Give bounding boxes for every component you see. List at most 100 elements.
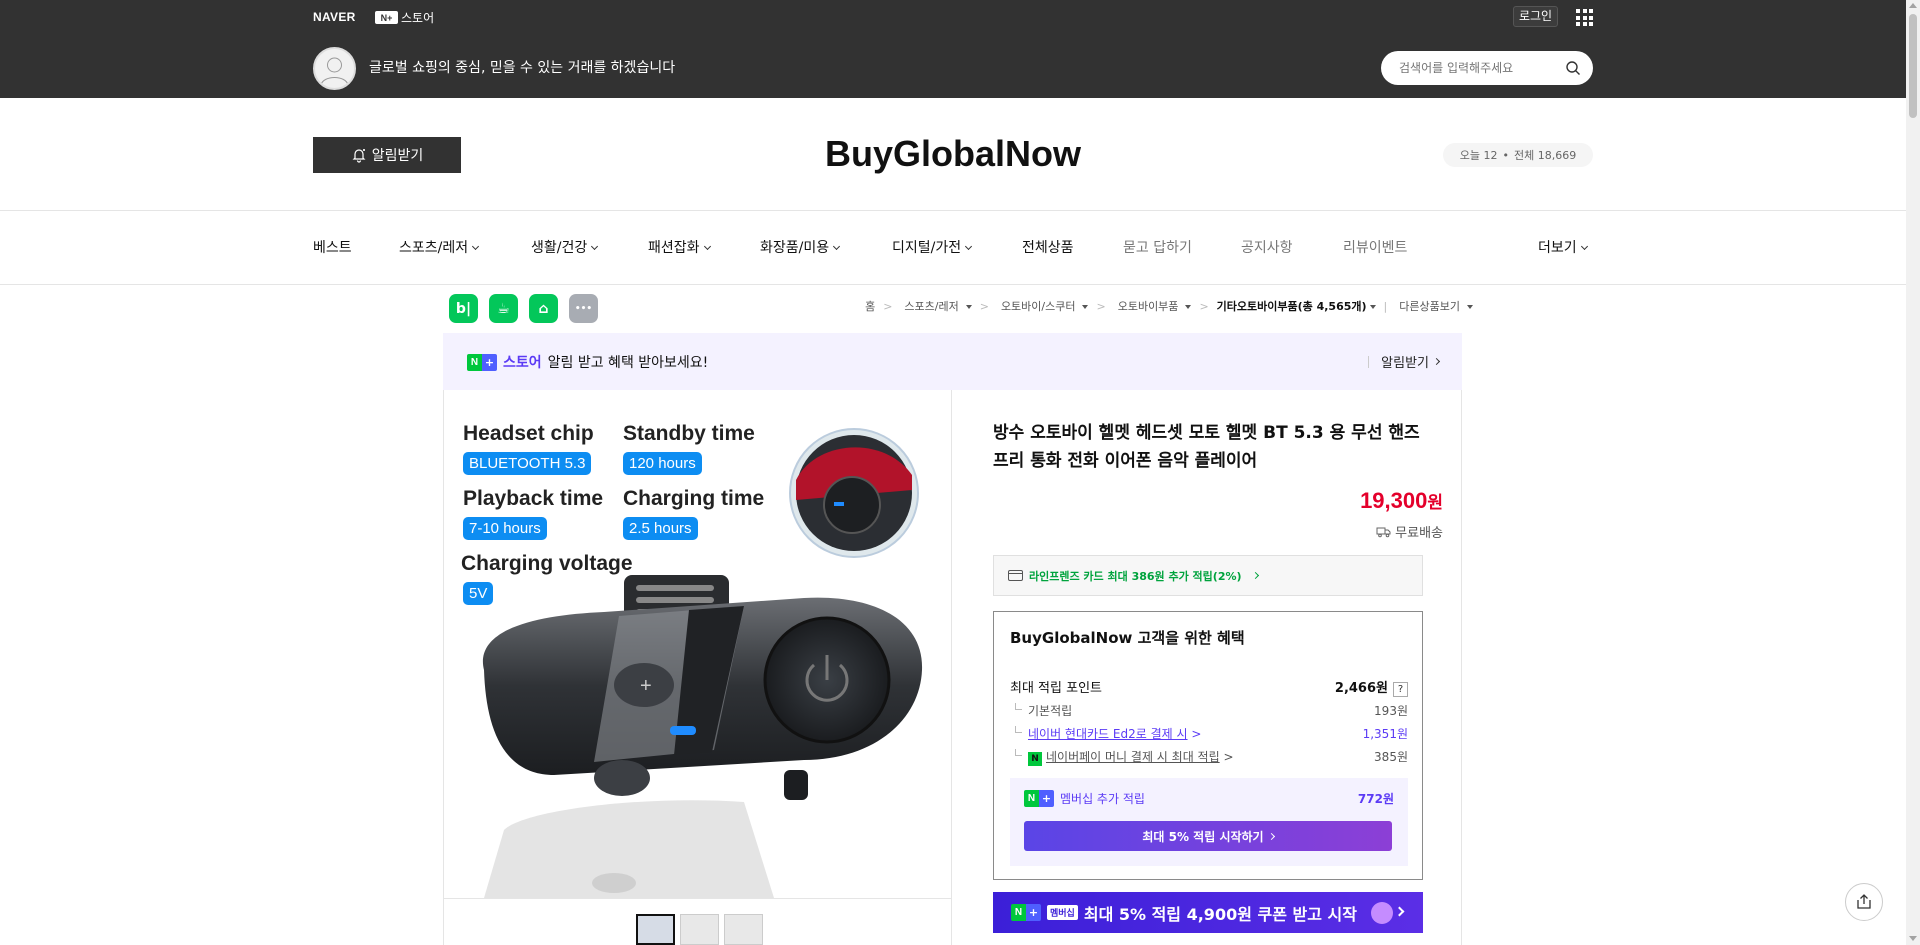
- top-bar: [0, 0, 1906, 98]
- nplus-icon: N+: [1011, 904, 1041, 921]
- divider: [444, 898, 951, 899]
- nav-more[interactable]: 더보기: [1538, 237, 1588, 257]
- crumb-motorcycle[interactable]: 오토바이/스쿠터: [997, 298, 1089, 314]
- store-label: 스토어: [401, 11, 435, 25]
- other-products[interactable]: 다른상품보기: [1395, 298, 1473, 314]
- naver-logo[interactable]: NAVER: [313, 10, 356, 24]
- divider: [0, 210, 1906, 211]
- thumbnail[interactable]: [724, 914, 763, 945]
- visit-dot: •: [1502, 148, 1510, 162]
- membership-promo-banner[interactable]: N + 멤버십 최대 5% 적립 4,900원 쿠폰 받고 시작: [993, 892, 1423, 933]
- visit-total: 전체 18,669: [1514, 149, 1577, 162]
- search-box[interactable]: [1381, 51, 1593, 85]
- product-title: 방수 오토바이 헬멧 헤드셋 모토 헬멧 BT 5.3 용 무선 핸즈프리 통화…: [993, 423, 1420, 471]
- chevron-right-icon: [1251, 571, 1259, 580]
- spec-charging-value: 2.5 hours: [623, 517, 698, 540]
- crumb-sports[interactable]: 스포츠/레저: [900, 298, 972, 314]
- help-icon[interactable]: ?: [1393, 682, 1408, 697]
- nav-item-sports[interactable]: 스포츠/레저: [399, 237, 480, 257]
- gift-icon: [1370, 901, 1393, 924]
- thumbnail[interactable]: [636, 914, 675, 945]
- spec-voltage-value: 5V: [463, 582, 494, 605]
- notify-banner: N + 스토어 알림 받고 혜택 받아보세요! 알림받기: [443, 333, 1462, 390]
- banner-store-label: 스토어: [503, 355, 542, 371]
- basic-points-row: 기본적립 193원: [1010, 702, 1408, 719]
- spec-playback-value: 7-10 hours: [463, 517, 547, 540]
- search-input[interactable]: [1399, 59, 1559, 77]
- caret-down-icon: [1369, 305, 1376, 309]
- nav-item-beauty[interactable]: 화장품/미용: [760, 237, 841, 257]
- caret-down-icon: [1467, 305, 1473, 309]
- nav-item-fashion[interactable]: 패션잡화: [648, 237, 711, 257]
- nav-item-qna[interactable]: 묻고 답하기: [1123, 237, 1192, 257]
- pay-points-row[interactable]: N 네이버페이 머니 결제 시 최대 적립 > 385원: [1010, 748, 1408, 766]
- apps-grid-icon[interactable]: [1576, 9, 1593, 26]
- visitor-count: 오늘 12 • 전체 18,669: [1443, 143, 1593, 167]
- promo-tag: 멤버십: [1047, 905, 1078, 920]
- nav-item-digital[interactable]: 디지털/가전: [892, 237, 973, 257]
- spec-playback-label: Playback time: [463, 487, 604, 510]
- chevron-right-icon: [1432, 357, 1441, 366]
- chevron-down-icon: [833, 242, 841, 251]
- cafe-icon[interactable]: ☕: [489, 294, 518, 323]
- share-button[interactable]: [1845, 883, 1883, 921]
- login-button[interactable]: 로그인: [1513, 6, 1558, 27]
- nplus-icon: N+: [375, 11, 398, 24]
- scrollbar[interactable]: [1906, 0, 1920, 945]
- divider: [951, 390, 952, 945]
- nav-item-all[interactable]: 전체상품: [1022, 237, 1074, 257]
- store-tagline: 글로벌 쇼핑의 중심, 믿을 수 있는 거래를 하겠습니다: [369, 60, 676, 76]
- nav-item-living[interactable]: 생활/건강: [531, 237, 599, 257]
- store-avatar[interactable]: [313, 47, 356, 90]
- visit-today: 오늘 12: [1459, 149, 1498, 162]
- chevron-down-icon: [1580, 242, 1588, 251]
- more-share-icon[interactable]: •••: [569, 294, 598, 323]
- truck-icon: [1376, 527, 1391, 537]
- spec-charging-label: Charging time: [623, 487, 765, 510]
- nav-item-review-event[interactable]: 리뷰이벤트: [1343, 237, 1407, 257]
- caret-down-icon: [1082, 305, 1089, 309]
- spec-standby-label: Standby time: [623, 422, 755, 445]
- benefits-title: BuyGlobalNow 고객을 위한 혜택: [1010, 629, 1245, 647]
- banner-text: 알림 받고 혜택 받아보세요!: [547, 355, 709, 371]
- membership-start-button[interactable]: 최대 5% 적립 시작하기: [1024, 821, 1392, 851]
- bookmark-icon[interactable]: ⌂: [529, 294, 558, 323]
- spec-voltage-label: Charging voltage: [461, 552, 633, 575]
- chevron-right-icon: [1267, 832, 1275, 840]
- chevron-down-icon: [591, 242, 599, 251]
- benefits-box: BuyGlobalNow 고객을 위한 혜택 최대 적립 포인트 2,466원?…: [993, 611, 1423, 880]
- card-icon: [1008, 570, 1023, 581]
- scrollbar-thumb[interactable]: [1909, 14, 1917, 118]
- svg-text:+: +: [640, 675, 652, 697]
- caret-down-icon: [1185, 305, 1192, 309]
- chevron-down-icon: [472, 242, 480, 251]
- crumb-parts[interactable]: 오토바이부품: [1114, 298, 1192, 314]
- membership-box: N + 멤버십 추가 적립 772원 최대 5% 적립 시작하기: [1010, 778, 1408, 866]
- shipping-info: 무료배송: [1376, 522, 1443, 541]
- scroll-down-arrow[interactable]: [1909, 936, 1917, 941]
- breadcrumb: 홈 > 스포츠/레저 > 오토바이/스쿠터 > 오토바이부품 > 기타오토바이부품(총 …: [861, 298, 1477, 314]
- nav-item-notice[interactable]: 공지사항: [1241, 237, 1293, 257]
- spec-chip-value: BLUETOOTH 5.3: [463, 452, 592, 475]
- divider: [0, 284, 1906, 285]
- blog-icon[interactable]: b|: [449, 294, 478, 323]
- product-image[interactable]: + Headset chip BLUETOOTH 5.3 Standby tim…: [444, 390, 951, 898]
- chevron-down-icon: [965, 242, 973, 251]
- nplus-icon: N+: [1024, 790, 1054, 807]
- product-price: 19,300원: [1360, 488, 1443, 513]
- banner-alarm-link[interactable]: 알림받기: [1368, 352, 1441, 371]
- caret-down-icon: [965, 305, 972, 309]
- store-title[interactable]: BuyGlobalNow: [0, 133, 1906, 175]
- card-points-row[interactable]: 네이버 현대카드 Ed2로 결제 시 > 1,351원: [1010, 725, 1408, 742]
- naver-store-logo[interactable]: N+ 스토어: [375, 9, 434, 26]
- crumb-current[interactable]: 기타오토바이부품(총 4,565개): [1217, 298, 1376, 314]
- scroll-up-arrow[interactable]: [1909, 3, 1917, 8]
- nav-item-best[interactable]: 베스트: [313, 237, 352, 257]
- npay-icon: N: [1028, 752, 1042, 766]
- crumb-home[interactable]: 홈: [865, 298, 875, 314]
- nplus-icon: N+: [467, 353, 497, 371]
- spec-standby-value: 120 hours: [623, 452, 702, 475]
- card-offer[interactable]: 라인프렌즈 카드 최대 386원 추가 적립(2%): [993, 555, 1423, 596]
- thumbnail[interactable]: [680, 914, 719, 945]
- search-icon[interactable]: [1565, 60, 1581, 76]
